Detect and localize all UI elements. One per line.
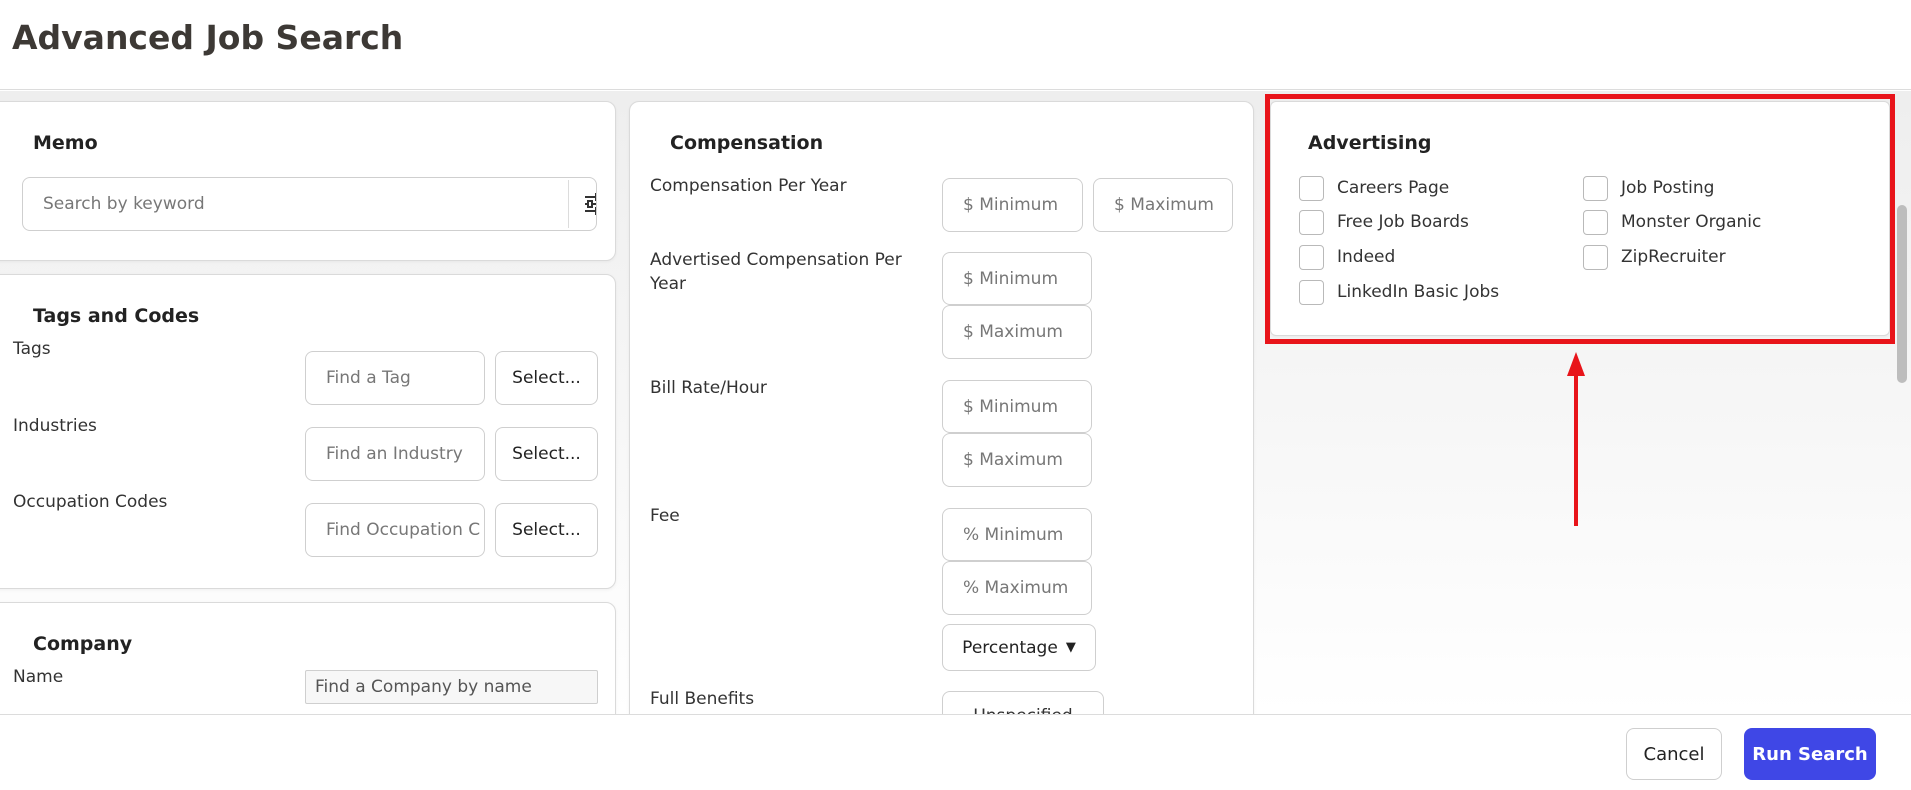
fee-label: Fee bbox=[650, 506, 680, 526]
free-job-boards-checkbox[interactable] bbox=[1299, 209, 1324, 235]
full-benefits-label: Full Benefits bbox=[650, 689, 755, 709]
free-job-boards-label: Free Job Boards bbox=[1337, 212, 1469, 232]
occupation-codes-label: Occupation Codes bbox=[13, 492, 168, 512]
fee-max-input[interactable]: % Maximum bbox=[942, 561, 1092, 615]
memo-card: Memo Search by keyword bbox=[0, 101, 616, 261]
industries-label: Industries bbox=[13, 416, 97, 436]
careers-page-label: Careers Page bbox=[1337, 178, 1450, 198]
compensation-min-input[interactable]: $ Minimum bbox=[942, 178, 1083, 232]
bill-rate-label: Bill Rate/Hour bbox=[650, 378, 767, 398]
run-search-button[interactable]: Run Search bbox=[1744, 728, 1876, 780]
tags-codes-card: Tags and Codes Tags Find a Tag Select...… bbox=[0, 274, 616, 589]
careers-page-option[interactable]: Careers Page bbox=[1299, 174, 1449, 202]
free-job-boards-option[interactable]: Free Job Boards bbox=[1299, 208, 1469, 236]
find-occupation-input[interactable]: Find Occupation C bbox=[305, 503, 485, 557]
page-header: Advanced Job Search bbox=[0, 0, 1911, 90]
company-card: Company Name Find a Company by name bbox=[0, 602, 616, 714]
compensation-per-year-label: Compensation Per Year bbox=[650, 176, 847, 196]
advertised-max-input[interactable]: $ Maximum bbox=[942, 305, 1092, 359]
advertised-max-placeholder: $ Maximum bbox=[963, 322, 1063, 342]
advertised-compensation-label: Advertised Compensation Per Year bbox=[650, 250, 902, 294]
cancel-button[interactable]: Cancel bbox=[1626, 728, 1722, 780]
fee-min-placeholder: % Minimum bbox=[963, 524, 1064, 545]
content-scrollbar-thumb[interactable] bbox=[1897, 205, 1907, 383]
find-industry-input[interactable]: Find an Industry bbox=[305, 427, 485, 481]
bill-rate-max-placeholder: $ Maximum bbox=[963, 450, 1063, 470]
dialog-footer: Cancel Run Search bbox=[0, 714, 1911, 790]
full-benefits-value: Unspecified bbox=[973, 706, 1072, 714]
company-name-placeholder: Find a Company by name bbox=[315, 677, 532, 697]
indeed-checkbox[interactable] bbox=[1299, 244, 1324, 270]
job-posting-checkbox[interactable] bbox=[1583, 175, 1608, 201]
find-occupation-placeholder: Find Occupation C bbox=[326, 520, 481, 540]
compensation-max-input[interactable]: $ Maximum bbox=[1093, 178, 1233, 232]
bill-rate-min-input[interactable]: $ Minimum bbox=[942, 380, 1092, 433]
memo-title: Memo bbox=[33, 132, 98, 154]
fee-type-value: Percentage bbox=[962, 637, 1058, 658]
indeed-label: Indeed bbox=[1337, 247, 1396, 267]
select-tags-button[interactable]: Select... bbox=[495, 351, 598, 405]
company-name-label: Name bbox=[13, 667, 64, 687]
compensation-min-placeholder: $ Minimum bbox=[963, 195, 1059, 215]
job-posting-option[interactable]: Job Posting bbox=[1583, 174, 1714, 202]
advertising-title: Advertising bbox=[1308, 132, 1432, 154]
linkedin-basic-jobs-label: LinkedIn Basic Jobs bbox=[1337, 282, 1500, 302]
bill-rate-max-input[interactable]: $ Maximum bbox=[942, 433, 1092, 487]
fee-min-input[interactable]: % Minimum bbox=[942, 508, 1092, 561]
advertised-min-input[interactable]: $ Minimum bbox=[942, 252, 1092, 305]
sliders-icon bbox=[584, 193, 596, 215]
compensation-title: Compensation bbox=[670, 132, 824, 154]
keyword-search-placeholder: Search by keyword bbox=[43, 194, 205, 214]
careers-page-checkbox[interactable] bbox=[1299, 175, 1324, 201]
company-name-input[interactable]: Find a Company by name bbox=[305, 670, 598, 704]
job-posting-label: Job Posting bbox=[1621, 178, 1715, 198]
find-tag-input[interactable]: Find a Tag bbox=[305, 351, 485, 405]
tags-codes-title: Tags and Codes bbox=[33, 305, 200, 327]
monster-organic-label: Monster Organic bbox=[1621, 212, 1762, 232]
page-title: Advanced Job Search bbox=[12, 18, 404, 57]
advertised-min-placeholder: $ Minimum bbox=[963, 268, 1059, 289]
monster-organic-option[interactable]: Monster Organic bbox=[1583, 208, 1761, 236]
arrow-up-icon bbox=[1567, 352, 1585, 526]
fee-max-placeholder: % Maximum bbox=[963, 578, 1069, 598]
advertising-card: Advertising Careers Page Job Posting Fre… bbox=[1270, 101, 1890, 336]
select-occupation-codes-button[interactable]: Select... bbox=[495, 503, 598, 557]
compensation-max-placeholder: $ Maximum bbox=[1114, 195, 1214, 215]
linkedin-basic-jobs-option[interactable]: LinkedIn Basic Jobs bbox=[1299, 278, 1499, 306]
keyword-search-input[interactable]: Search by keyword bbox=[22, 177, 597, 231]
monster-organic-checkbox[interactable] bbox=[1583, 209, 1608, 235]
full-benefits-select[interactable]: Unspecified bbox=[942, 691, 1104, 714]
company-title: Company bbox=[33, 633, 133, 655]
find-industry-placeholder: Find an Industry bbox=[326, 444, 463, 464]
chevron-down-icon: ▼ bbox=[1065, 640, 1076, 655]
bill-rate-min-placeholder: $ Minimum bbox=[963, 396, 1059, 417]
ziprecruiter-label: ZipRecruiter bbox=[1621, 247, 1726, 267]
search-form-content: Memo Search by keyword Tags and Codes Ta… bbox=[0, 91, 1911, 714]
linkedin-basic-jobs-checkbox[interactable] bbox=[1299, 279, 1324, 305]
fee-type-select[interactable]: Percentage ▼ bbox=[942, 624, 1096, 671]
select-industries-button[interactable]: Select... bbox=[495, 427, 598, 481]
filter-options-button[interactable] bbox=[568, 180, 596, 228]
compensation-card: Compensation Compensation Per Year $ Min… bbox=[629, 101, 1254, 714]
tags-label: Tags bbox=[13, 339, 51, 359]
ziprecruiter-checkbox[interactable] bbox=[1583, 244, 1608, 270]
find-tag-placeholder: Find a Tag bbox=[326, 368, 411, 388]
indeed-option[interactable]: Indeed bbox=[1299, 243, 1395, 271]
ziprecruiter-option[interactable]: ZipRecruiter bbox=[1583, 243, 1726, 271]
